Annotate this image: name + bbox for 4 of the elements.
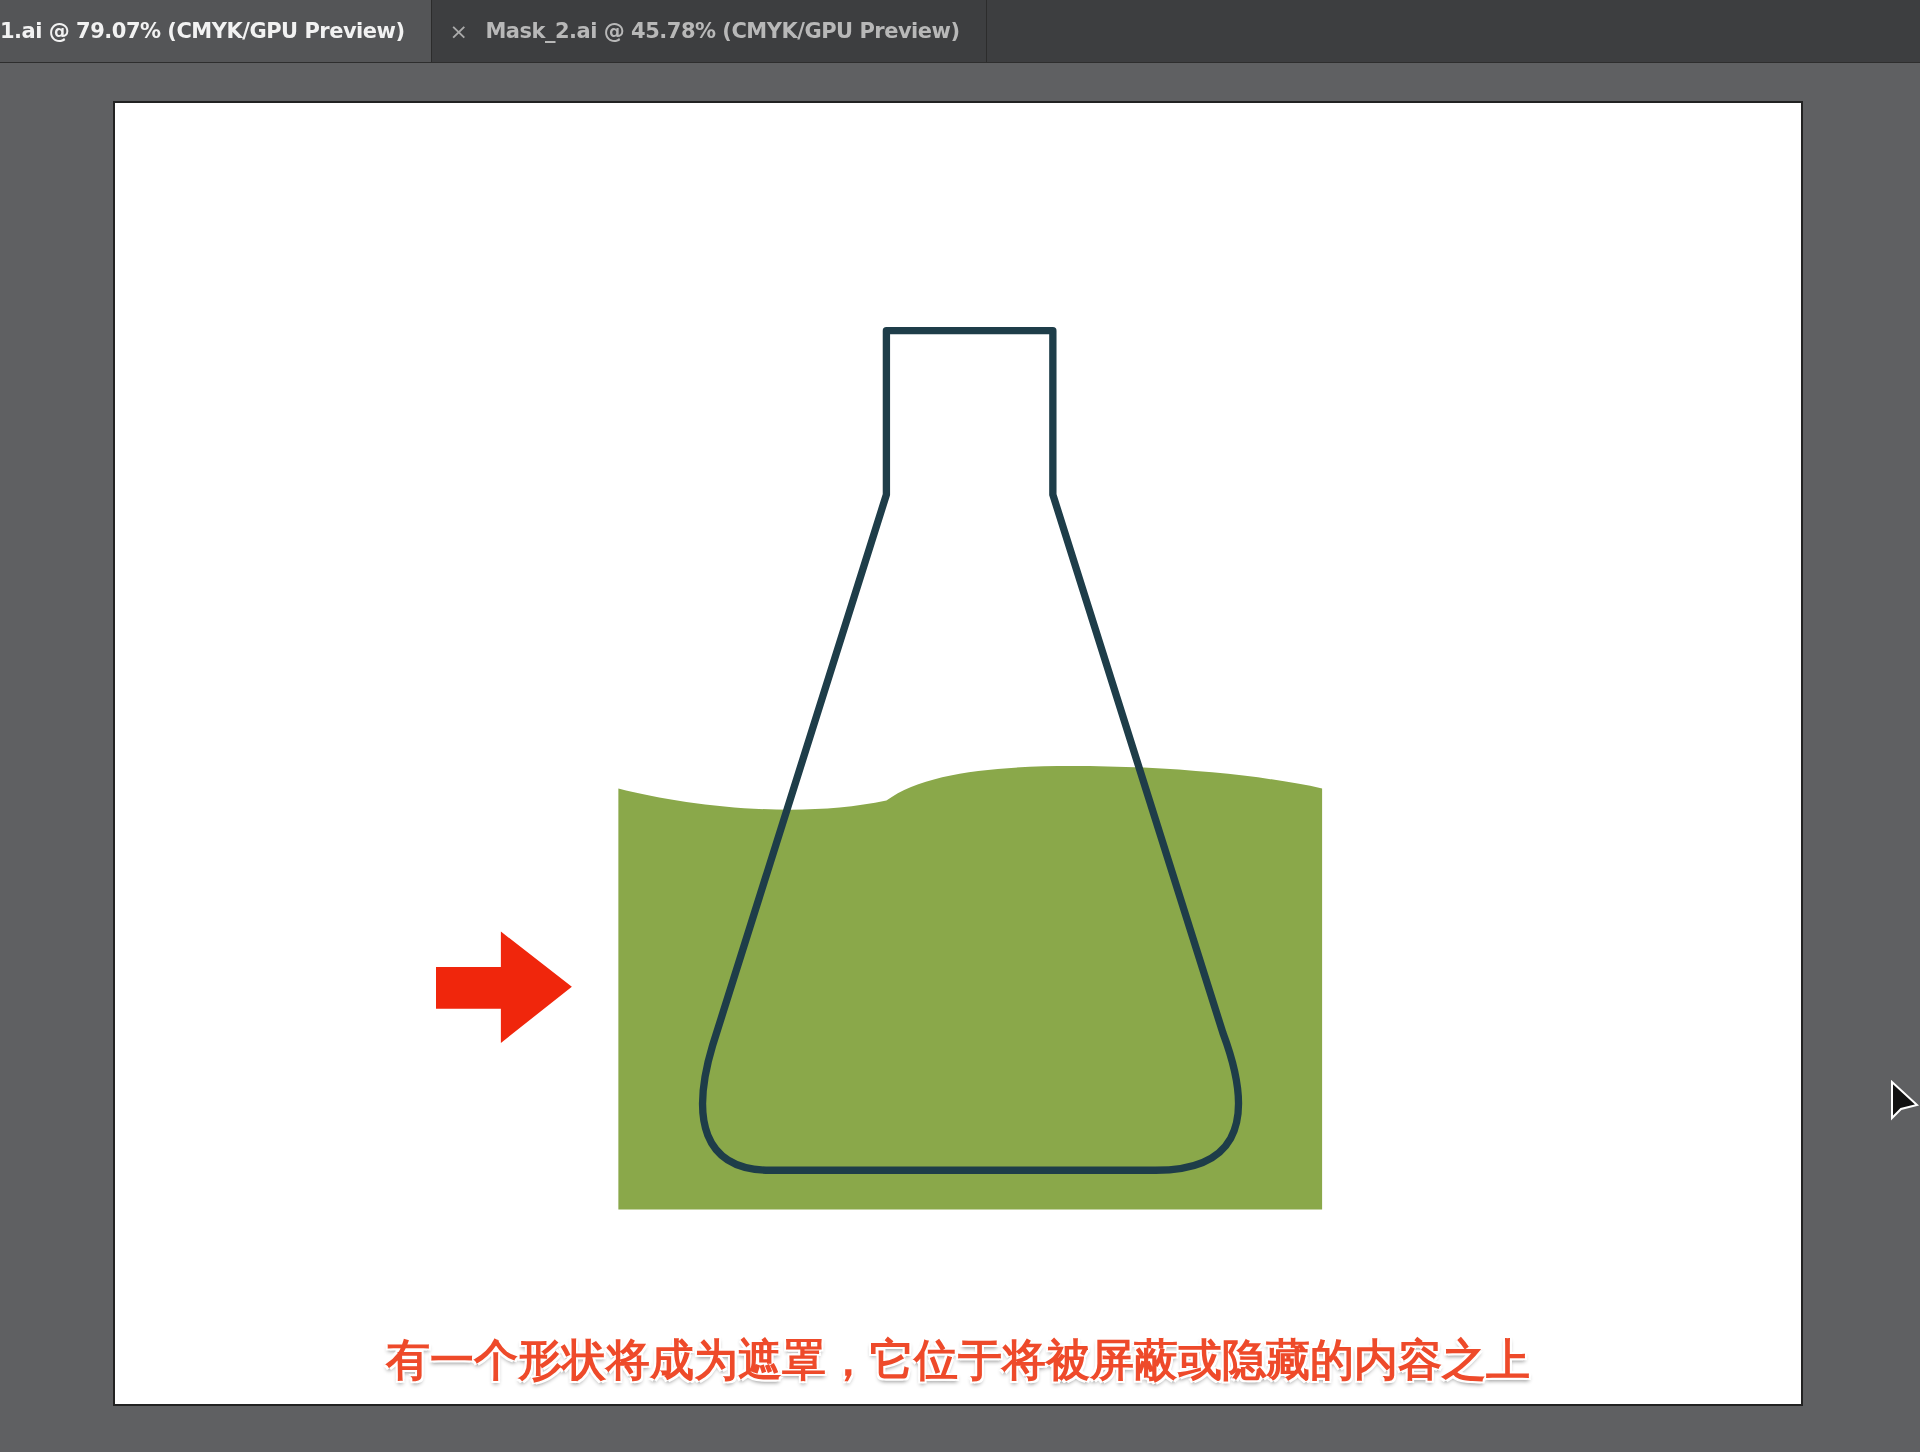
close-icon[interactable]: × bbox=[449, 18, 468, 44]
subtitle: 有一个形状将成为遮罩，它位于将被屏蔽或隐藏的内容之上 bbox=[384, 1333, 1531, 1387]
document-tab[interactable]: 1.ai @ 79.07% (CMYK/GPU Preview) bbox=[0, 0, 432, 62]
arrow-icon bbox=[436, 931, 572, 1043]
